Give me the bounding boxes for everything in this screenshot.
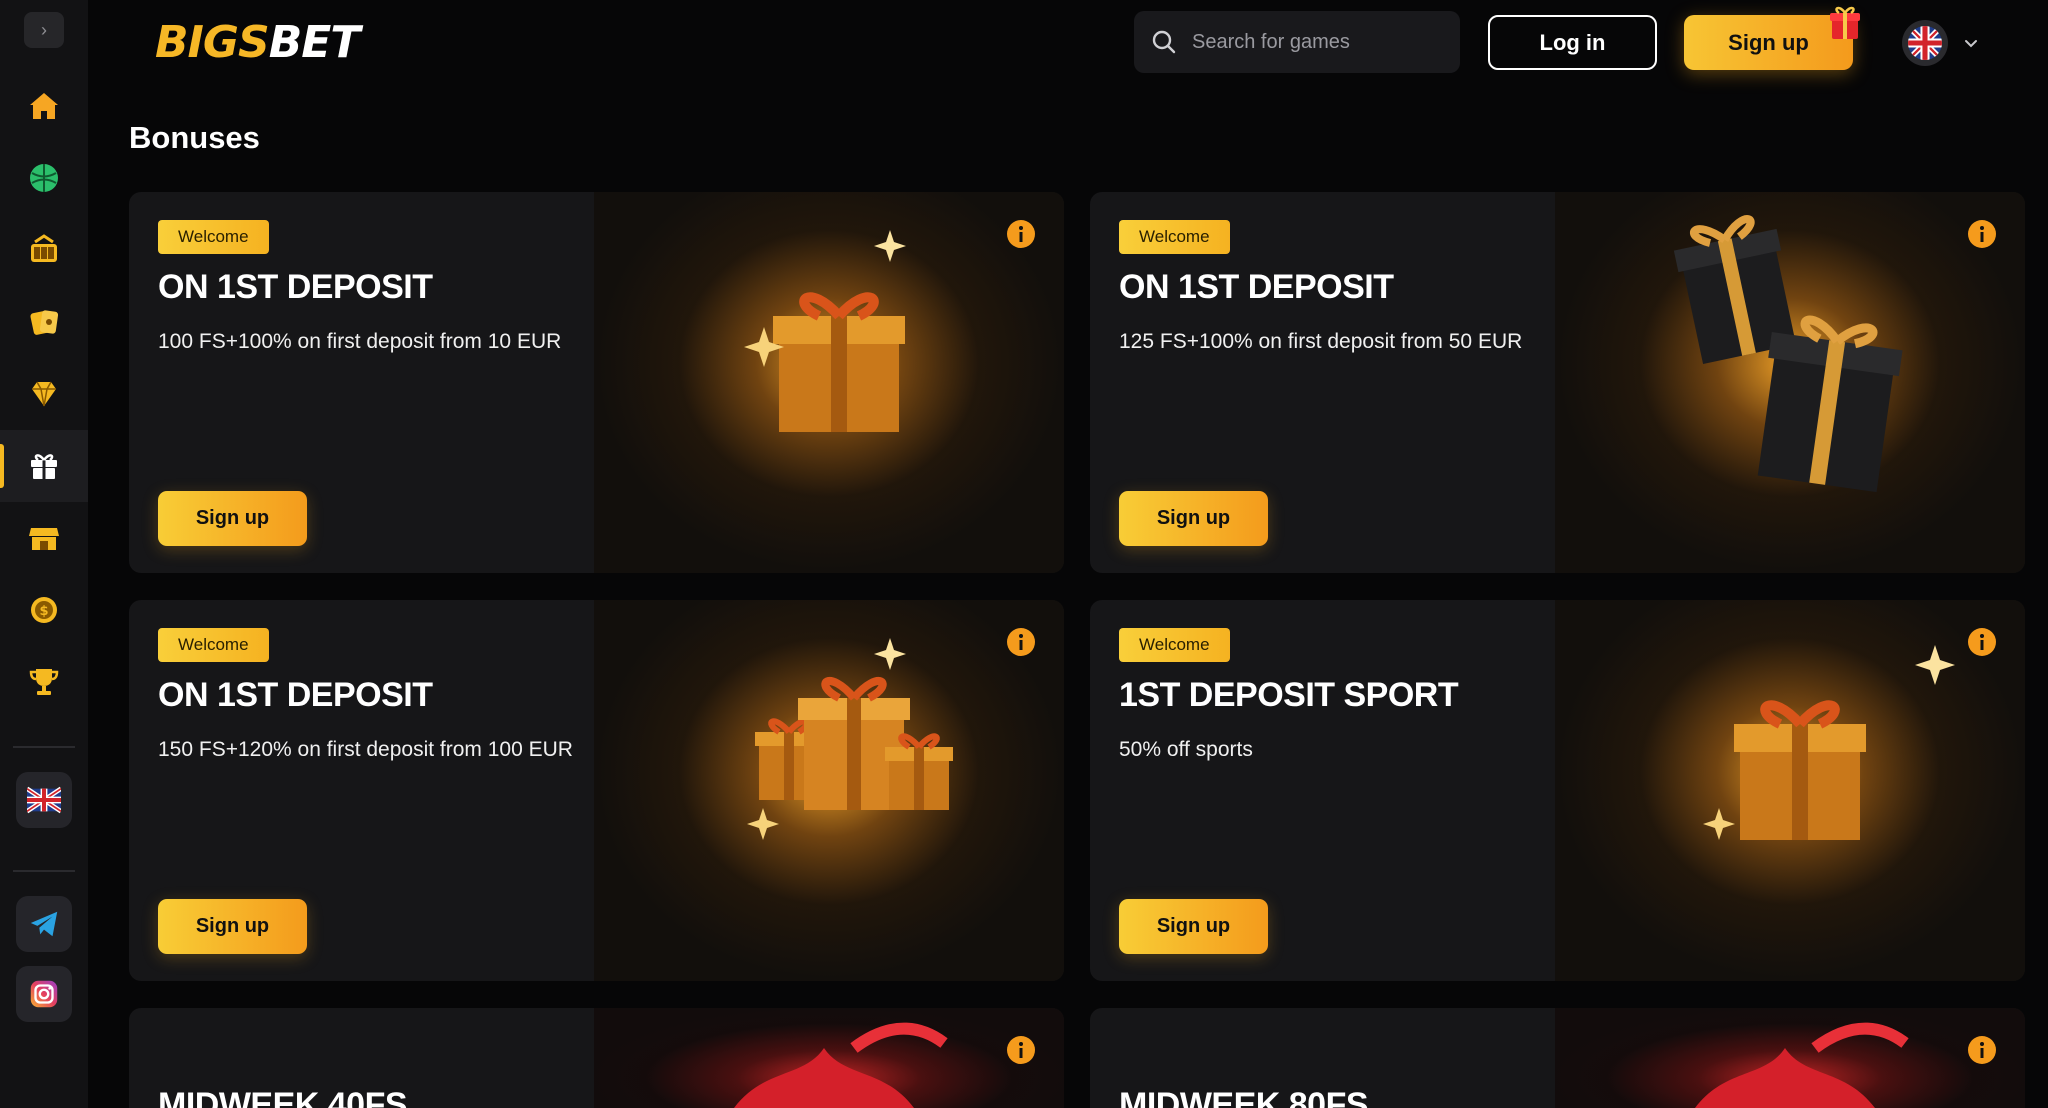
bonus-signup-button[interactable]: Sign up bbox=[158, 491, 307, 546]
search-icon bbox=[1152, 30, 1176, 54]
bonus-title: MIDWEEK 80FS bbox=[1119, 1086, 1369, 1108]
sidebar-instagram-button[interactable] bbox=[16, 966, 72, 1022]
logo-text-gold: BIGS bbox=[155, 17, 270, 68]
gift-icon bbox=[31, 454, 57, 479]
info-icon[interactable] bbox=[1006, 219, 1036, 249]
chevron-down-icon bbox=[1965, 40, 1977, 48]
uk-flag-icon bbox=[27, 786, 61, 814]
sidebar-item-cashback[interactable]: $ bbox=[0, 574, 88, 646]
diamond-icon bbox=[32, 381, 56, 407]
sidebar-divider bbox=[13, 870, 75, 872]
bonus-description: 100 FS+100% on first deposit from 10 EUR bbox=[158, 330, 562, 353]
gift-illustration bbox=[747, 638, 953, 840]
login-button[interactable]: Log in bbox=[1488, 15, 1657, 70]
info-icon[interactable] bbox=[1006, 1035, 1036, 1065]
telegram-icon bbox=[30, 911, 58, 937]
sidebar: › $ bbox=[0, 0, 88, 1108]
bonus-card-art-red-gift bbox=[1555, 1008, 2025, 1108]
bonus-signup-button[interactable]: Sign up bbox=[158, 899, 307, 954]
signup-button-label: Sign up bbox=[1728, 29, 1809, 55]
gift-illustration bbox=[734, 1022, 948, 1108]
bonus-title: ON 1ST DEPOSIT bbox=[1119, 268, 1394, 306]
bonus-title: ON 1ST DEPOSIT bbox=[158, 268, 433, 306]
bonus-card[interactable]: MIDWEEK 40FS bbox=[129, 1008, 1064, 1108]
gift-illustration bbox=[1673, 215, 1903, 493]
trophy-icon bbox=[29, 669, 59, 695]
bonus-card-art-black-gifts bbox=[1555, 192, 2025, 573]
sidebar-telegram-button[interactable] bbox=[16, 896, 72, 952]
sidebar-item-slots[interactable] bbox=[0, 214, 88, 286]
bonus-signup-button[interactable]: Sign up bbox=[1119, 899, 1268, 954]
info-icon[interactable] bbox=[1967, 219, 1997, 249]
language-flag bbox=[1902, 20, 1948, 66]
sports-ball-icon bbox=[30, 164, 58, 192]
info-icon[interactable] bbox=[1967, 1035, 1997, 1065]
gift-illustration bbox=[744, 230, 906, 432]
sidebar-item-vip[interactable] bbox=[0, 358, 88, 430]
info-icon[interactable] bbox=[1006, 627, 1036, 657]
welcome-badge: Welcome bbox=[1119, 220, 1230, 254]
chevron-right-icon: › bbox=[41, 19, 47, 40]
bonus-card[interactable]: Welcome ON 1ST DEPOSIT 150 FS+120% on fi… bbox=[129, 600, 1064, 981]
home-icon bbox=[30, 93, 58, 119]
gift-badge-icon bbox=[1830, 6, 1860, 39]
welcome-badge: Welcome bbox=[158, 628, 269, 662]
sidebar-language-button[interactable] bbox=[16, 772, 72, 828]
search-input[interactable] bbox=[1192, 30, 1432, 54]
bonus-card-art-gold-gift bbox=[1555, 600, 2025, 981]
bonus-title: MIDWEEK 40FS bbox=[158, 1086, 408, 1108]
instagram-icon bbox=[30, 980, 58, 1008]
bonus-title: ON 1ST DEPOSIT bbox=[158, 676, 433, 714]
bonus-description: 125 FS+100% on first deposit from 50 EUR bbox=[1119, 330, 1523, 353]
coin-icon: $ bbox=[31, 597, 57, 623]
bonus-card-art-three-gifts bbox=[594, 600, 1064, 981]
welcome-badge: Welcome bbox=[158, 220, 269, 254]
gift-illustration bbox=[1703, 645, 1955, 840]
bonus-card-art-gold-gift bbox=[594, 192, 1064, 573]
sidebar-item-live-casino[interactable] bbox=[0, 286, 88, 358]
bonus-card[interactable]: Welcome ON 1ST DEPOSIT 100 FS+100% on fi… bbox=[129, 192, 1064, 573]
bonus-card[interactable]: Welcome 1ST DEPOSIT SPORT 50% off sports… bbox=[1090, 600, 2025, 981]
sidebar-item-sports[interactable] bbox=[0, 142, 88, 214]
sidebar-item-home[interactable] bbox=[0, 70, 88, 142]
bigsbet-logo[interactable]: BIGSBET bbox=[155, 17, 361, 68]
shop-icon bbox=[29, 528, 59, 550]
sidebar-expand-button[interactable]: › bbox=[24, 12, 64, 48]
signup-button-header[interactable]: Sign up bbox=[1684, 6, 1860, 70]
sidebar-item-tournaments[interactable] bbox=[0, 646, 88, 718]
gift-illustration bbox=[1695, 1022, 1909, 1108]
sidebar-item-shop[interactable] bbox=[0, 502, 88, 574]
bonus-signup-button[interactable]: Sign up bbox=[1119, 491, 1268, 546]
language-selector[interactable] bbox=[1902, 18, 1982, 68]
bonus-card[interactable]: MIDWEEK 80FS bbox=[1090, 1008, 2025, 1108]
svg-text:$: $ bbox=[39, 604, 48, 619]
bonus-description: 150 FS+120% on first deposit from 100 EU… bbox=[158, 738, 573, 761]
info-icon[interactable] bbox=[1967, 627, 1997, 657]
cards-icon bbox=[30, 310, 59, 335]
bonus-card-art-red-gift bbox=[594, 1008, 1064, 1108]
logo-text-white: BET bbox=[268, 17, 361, 68]
search-box[interactable] bbox=[1134, 11, 1460, 73]
uk-flag-icon bbox=[1908, 26, 1942, 60]
welcome-badge: Welcome bbox=[1119, 628, 1230, 662]
sidebar-item-bonuses[interactable] bbox=[0, 430, 88, 502]
sidebar-divider bbox=[13, 746, 75, 748]
bonus-description: 50% off sports bbox=[1119, 738, 1253, 761]
page-title: Bonuses bbox=[129, 120, 260, 155]
bonus-card[interactable]: Welcome ON 1ST DEPOSIT 125 FS+100% on fi… bbox=[1090, 192, 2025, 573]
bonus-title: 1ST DEPOSIT SPORT bbox=[1119, 676, 1459, 714]
slots-icon bbox=[31, 234, 57, 262]
